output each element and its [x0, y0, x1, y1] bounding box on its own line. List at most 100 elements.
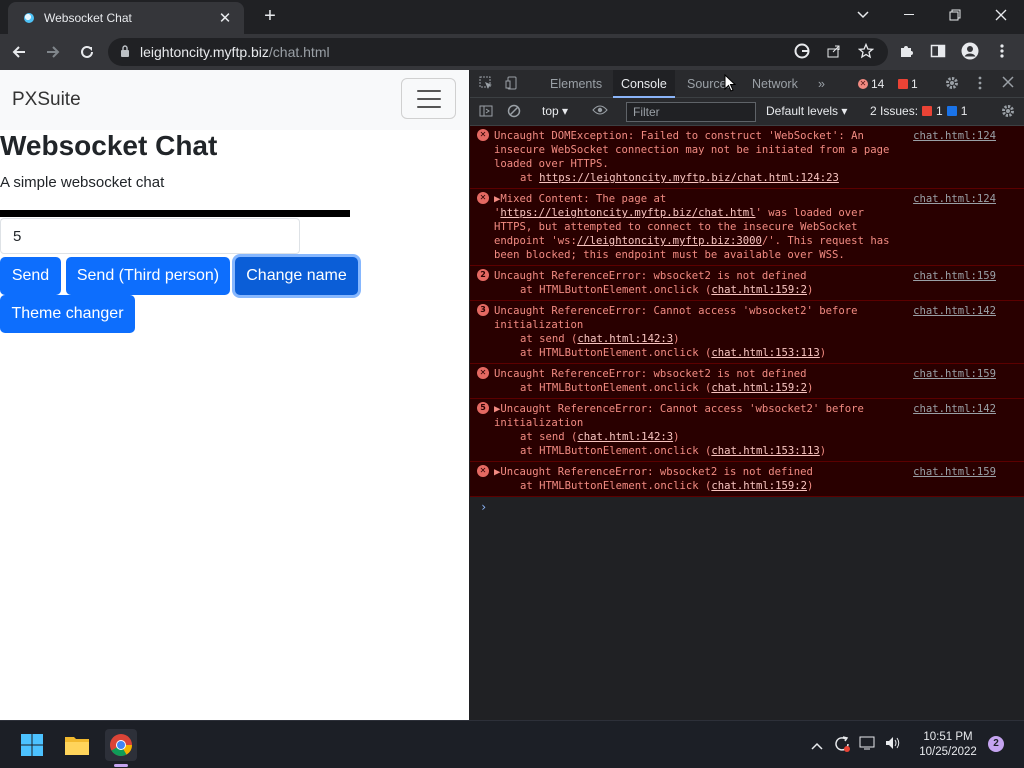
lock-icon[interactable] — [120, 44, 130, 60]
google-icon[interactable] — [793, 43, 811, 61]
console-error-message[interactable]: 2 chat.html:159 Uncaught ReferenceError:… — [470, 266, 1024, 301]
tab-console[interactable]: Console — [613, 70, 675, 98]
notification-badge[interactable]: 2 — [988, 736, 1004, 752]
extensions-puzzle-icon[interactable] — [893, 38, 919, 64]
console-error-message[interactable]: ✕ chat.html:159 Uncaught ReferenceError:… — [470, 364, 1024, 399]
reload-icon[interactable] — [72, 37, 102, 67]
new-tab-button[interactable]: + — [258, 6, 282, 28]
close-devtools-icon[interactable] — [1000, 76, 1016, 92]
console-error-message[interactable]: ✕ chat.html:124 ▶Mixed Content: The page… — [470, 189, 1024, 266]
console-error-message[interactable]: ✕ chat.html:124 Uncaught DOMException: F… — [470, 126, 1024, 189]
trace-link[interactable]: https://leightoncity.myftp.biz/chat.html… — [539, 172, 839, 184]
tab-title: Websocket Chat — [44, 11, 132, 25]
share-icon[interactable] — [825, 43, 843, 61]
source-link[interactable]: chat.html:159 — [913, 269, 996, 283]
settings-gear-icon[interactable] — [944, 76, 960, 92]
back-arrow-icon[interactable] — [4, 37, 34, 67]
chrome-menu-icon[interactable] — [989, 38, 1015, 64]
devtools-tabbar: Elements Console Sources Network » ✕ 14 … — [470, 70, 1024, 98]
divider-bar — [0, 210, 350, 217]
tab-close-icon[interactable]: ✕ — [216, 9, 234, 27]
stack-trace-line: at HTMLButtonElement.onclick (chat.html:… — [494, 444, 894, 458]
trace-prefix: at HTMLButtonElement.onclick ( — [520, 284, 712, 296]
issues-button[interactable]: 2 Issues: 1 1 — [870, 104, 967, 118]
windows-start-icon[interactable] — [16, 729, 48, 761]
error-icon: ✕ — [477, 129, 489, 141]
browser-tab[interactable]: Websocket Chat ✕ — [8, 2, 244, 34]
source-link[interactable]: chat.html:124 — [913, 192, 996, 206]
source-link[interactable]: chat.html:142 — [913, 402, 996, 416]
minimize-button[interactable] — [886, 0, 932, 30]
navbar-toggler-hamburger-icon[interactable] — [401, 78, 456, 119]
change-name-button[interactable]: Change name — [235, 257, 358, 295]
trace-link[interactable]: chat.html:159:2 — [711, 382, 807, 394]
source-link[interactable]: chat.html:159 — [913, 367, 996, 381]
trace-suffix: ) — [819, 445, 827, 457]
volume-icon[interactable] — [883, 735, 903, 755]
ws-endpoint-link[interactable]: //leightoncity.myftp.biz:3000 — [577, 235, 762, 247]
source-link[interactable]: chat.html:142 — [913, 304, 996, 318]
console-settings-gear-icon[interactable] — [1000, 104, 1016, 120]
trace-link[interactable]: chat.html:142:3 — [577, 431, 673, 443]
clock-time: 10:51 PM — [923, 731, 973, 743]
network-icon[interactable] — [858, 735, 878, 755]
theme-changer-button[interactable]: Theme changer — [0, 295, 135, 333]
console-error-message[interactable]: 5 chat.html:142 ▶Uncaught ReferenceError… — [470, 399, 1024, 462]
page-url-link[interactable]: https://leightoncity.myftp.biz/chat.html — [500, 207, 755, 219]
address-bar[interactable]: leightoncity.myftp.biz/chat.html — [108, 38, 888, 66]
trace-prefix: at send ( — [520, 431, 578, 443]
trace-link[interactable]: chat.html:153:113 — [711, 347, 819, 359]
console-filter-input[interactable]: Filter — [626, 102, 756, 122]
clock-date: 10/25/2022 — [919, 746, 977, 758]
url-host: leightoncity.myftp.biz — [140, 44, 269, 60]
trace-suffix: ) — [673, 431, 680, 443]
sidebar-toggle-icon[interactable] — [478, 104, 494, 120]
browser-tabstrip: Websocket Chat ✕ + — [0, 0, 1024, 34]
stack-trace-line: at HTMLButtonElement.onclick (chat.html:… — [494, 346, 894, 360]
live-expression-eye-icon[interactable] — [592, 104, 608, 120]
more-tabs-button[interactable]: » — [810, 70, 833, 98]
clear-console-icon[interactable] — [506, 104, 522, 120]
console-error-message[interactable]: ✕ chat.html:159 ▶Uncaught ReferenceError… — [470, 462, 1024, 497]
log-levels-dropdown[interactable]: Default levels ▾ — [766, 104, 847, 118]
trace-link[interactable]: chat.html:159:2 — [711, 284, 807, 296]
device-toolbar-icon[interactable] — [504, 76, 520, 92]
show-hidden-icons-chevron-icon[interactable] — [807, 735, 827, 755]
warning-count-badge[interactable]: 1 — [898, 75, 918, 93]
error-icon: ✕ — [477, 192, 489, 204]
console-prompt[interactable]: › — [470, 497, 1024, 517]
send-third-person-button[interactable]: Send (Third person) — [66, 257, 230, 295]
trace-link[interactable]: chat.html:153:113 — [711, 445, 819, 457]
console-output[interactable]: ✕ chat.html:124 Uncaught DOMException: F… — [470, 126, 1024, 720]
send-button[interactable]: Send — [0, 257, 61, 295]
trace-link[interactable]: chat.html:159:2 — [711, 480, 807, 492]
source-link[interactable]: chat.html:124 — [913, 129, 996, 143]
forward-arrow-icon[interactable] — [38, 37, 68, 67]
context-selector[interactable]: top ▾ — [542, 104, 568, 118]
sync-status-icon[interactable] — [832, 735, 852, 755]
web-page: PXSuite Websocket Chat A simple websocke… — [0, 70, 469, 720]
tab-search-chevron-icon[interactable] — [840, 0, 886, 30]
issues-blue-count: 1 — [960, 104, 968, 118]
close-window-button[interactable] — [978, 0, 1024, 30]
side-panel-icon[interactable] — [925, 38, 951, 64]
system-clock[interactable]: 10:51 PM 10/25/2022 — [912, 730, 984, 760]
trace-link[interactable]: chat.html:142:3 — [577, 333, 673, 345]
message-input[interactable]: 5 — [0, 218, 300, 254]
error-count-badge[interactable]: ✕ 14 — [858, 75, 884, 93]
bookmark-star-icon[interactable] — [857, 42, 875, 61]
devtools-menu-icon[interactable] — [972, 76, 988, 92]
source-link[interactable]: chat.html:159 — [913, 465, 996, 479]
tab-network[interactable]: Network — [744, 70, 806, 98]
inspect-element-icon[interactable] — [478, 76, 494, 92]
console-error-message[interactable]: 3 chat.html:142 Uncaught ReferenceError:… — [470, 301, 1024, 364]
stack-trace-line: at HTMLButtonElement.onclick (chat.html:… — [494, 479, 894, 493]
profile-avatar-icon[interactable] — [957, 38, 983, 64]
restore-button[interactable] — [932, 0, 978, 30]
file-explorer-icon[interactable] — [61, 729, 93, 761]
navbar-brand[interactable]: PXSuite — [12, 89, 81, 111]
tab-elements[interactable]: Elements — [542, 70, 610, 98]
chrome-taskbar-icon[interactable] — [105, 729, 137, 761]
issues-label: 2 Issues: — [870, 104, 919, 118]
error-text: ▶Mixed Content: The page at 'https://lei… — [494, 192, 894, 262]
